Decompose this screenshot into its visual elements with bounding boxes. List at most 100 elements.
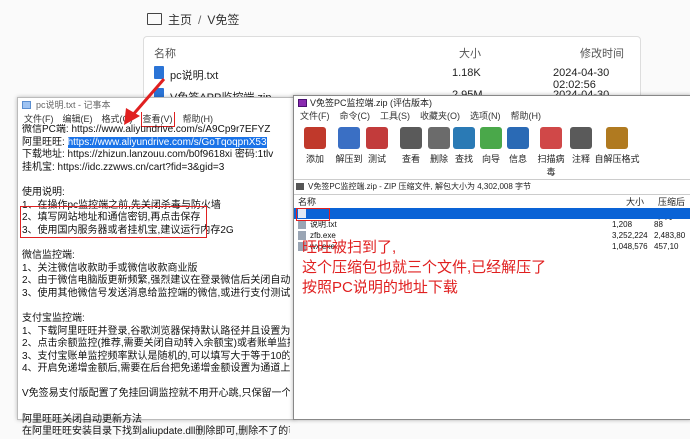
file-name[interactable]: pc说明.txt [170, 67, 218, 83]
toolbar-icon [480, 127, 502, 149]
text-line: 3、使用其他微信号发送消息给监控端的微信,或进行支付测试,如果获取 [22, 288, 290, 301]
text-line: 挂机宝: https://idc.zzwws.cn/cart?fid=3&gid… [22, 162, 290, 175]
toolbar-icon [304, 127, 326, 149]
zip-cell-size: 3,252,224 [612, 231, 648, 240]
text-line-content: 1、下载阿里旺旺并登录,谷歌浏览器保持默认路径并且设置为默认浏览器 [22, 325, 290, 337]
col-modified[interactable]: 修改时间 [580, 45, 624, 61]
toolbar-label: 自解压格式 [594, 154, 640, 164]
file-icon [154, 66, 164, 79]
zip-menu-favorites[interactable]: 收藏夹(O) [420, 110, 460, 123]
text-line-content: 挂机宝: https://idc.zzwws.cn/cart?fid=3&gid… [22, 161, 225, 173]
text-line [22, 174, 290, 187]
zip-file-row[interactable]: 说明.txt 1,208 88 [294, 219, 690, 230]
text-line-content: 3、支付宝账单监控频率默认是随机的,可以填写大于等于10的整数 [22, 350, 290, 362]
col-size[interactable]: 大小 [459, 45, 481, 61]
text-line-content: 2、点击余额监控(推荐,需要关闭自动转入余额宝)或者账单监控 [22, 338, 290, 350]
toolbar-icon [570, 127, 592, 149]
toolbar-icon [366, 127, 388, 149]
usage-highlight-box [20, 206, 207, 238]
toolbar-button[interactable]: 扫描病毒 [534, 127, 568, 178]
zip-cell-packed: 88 [654, 220, 663, 229]
zip-titlebar[interactable]: V免签PC监控端.zip (评估版本) [294, 96, 690, 110]
text-line-content: 在阿里旺旺安装目录下找到aliupdate.dll删除即可,删除不了的可以打开 [22, 426, 290, 438]
toolbar-icon [400, 127, 422, 149]
col-name[interactable]: 名称 [154, 45, 176, 61]
text-line [22, 376, 290, 389]
text-line: 使用说明: [22, 187, 290, 200]
zip-cell-size: 1,208 [612, 220, 633, 229]
text-line-content: 2、由于微信电脑版更新频繁,强烈建议在登录微信后关闭自动升级微信, [22, 275, 290, 287]
zfb-highlight-box [296, 208, 330, 221]
notepad-titlebar[interactable]: pc说明.txt - 记事本 [18, 98, 294, 112]
text-line: 微信监控端: [22, 250, 290, 263]
text-line [22, 300, 290, 313]
text-line-content: 3、使用其他微信号发送消息给监控端的微信,或进行支付测试,如果获取 [22, 287, 290, 299]
zip-cell-packed: 2,483,80 [654, 231, 686, 240]
toolbar-button[interactable]: 信息 [501, 127, 535, 165]
zip-menu-tools[interactable]: 工具(S) [380, 110, 410, 123]
toolbar-button[interactable]: 测试 [360, 127, 394, 165]
text-line [22, 237, 290, 250]
toolbar-icon [453, 127, 475, 149]
text-line [22, 401, 290, 414]
file-icon [298, 220, 306, 229]
zip-archive-window: V免签PC监控端.zip (评估版本) 文件(F) 命令(C) 工具(S) 收藏… [293, 95, 690, 420]
breadcrumb-separator: / [198, 12, 202, 27]
text-line: 2、点击余额监控(推荐,需要关闭自动转入余额宝)或者账单监控 [22, 338, 290, 351]
zip-file-list: 说明.txt 1,208 88 zfb.exe 3,252,224 2,483,80 wx.… [294, 207, 690, 407]
text-line: 1、关注微信收款助手或微信收款商业版 [22, 263, 290, 276]
zip-path-text: V免签PC监控端.zip - ZIP 压缩文件, 解包大小为 4,302,008… [308, 182, 532, 191]
file-size: 1.18K [452, 67, 481, 79]
text-line: 在阿里旺旺安装目录下找到aliupdate.dll删除即可,删除不了的可以打开 [22, 426, 290, 439]
up-folder-icon[interactable] [296, 183, 304, 190]
text-line-content: 4、开启免递增金额后,需要在后台把免递增金额设置为通道上,设置后必须开启 [22, 363, 290, 375]
text-line: 2、由于微信电脑版更新频繁,强烈建议在登录微信后关闭自动升级微信, [22, 275, 290, 288]
text-line: 阿里旺旺: https://www.aliyundrive.com/s/GoTq… [22, 136, 290, 150]
text-line-content: 使用说明: [22, 186, 65, 198]
archive-icon [298, 99, 307, 107]
text-line-content: 下载地址: https://zhizun.lanzouu.com/b0f9618… [22, 149, 274, 161]
text-line-content: 1、关注微信收款助手或微信收款商业版 [22, 262, 198, 274]
notepad-title: pc说明.txt - 记事本 [36, 100, 111, 110]
zip-file-row[interactable] [294, 208, 690, 219]
zip-menu-command[interactable]: 命令(C) [340, 110, 371, 123]
breadcrumb: 主页 / V免签 [147, 11, 239, 28]
text-line: 1、下载阿里旺旺并登录,谷歌浏览器保持默认路径并且设置为默认浏览器 [22, 326, 290, 339]
zip-menu-options[interactable]: 选项(N) [470, 110, 501, 123]
zip-menu-file[interactable]: 文件(F) [300, 110, 330, 123]
zip-toolbar: 添加 解压到 测试 查看 删除 查找 向导 信息 扫描病毒 注释 自解压格式 [294, 123, 690, 180]
toolbar-button[interactable]: 自解压格式 [592, 127, 642, 165]
toolbar-icon [540, 127, 562, 149]
toolbar-label: 信息 [508, 154, 527, 164]
toolbar-label: 添加 [305, 154, 324, 164]
text-line: 微信PC端: https://www.aliyundrive.com/s/A9C… [22, 124, 290, 137]
text-line-content: 阿里旺旺: [22, 136, 68, 148]
folder-icon [147, 12, 162, 25]
breadcrumb-current[interactable]: V免签 [207, 11, 239, 28]
zip-menu-help[interactable]: 帮助(H) [511, 110, 542, 123]
toolbar-icon [606, 127, 628, 149]
text-line-content: V免签易支付版配置了免挂回调监控就不用开心跳,只保留一个心跳即可, [22, 388, 290, 400]
file-explorer: 主页 / V免签 名称 大小 修改时间 pc说明.txt 1.18K 2024-… [0, 0, 690, 113]
zip-cell-size: 1,048,576 [612, 242, 648, 251]
zip-cell-packed: 457,10 [654, 242, 679, 251]
notepad-window: pc说明.txt - 记事本 文件(F) 编辑(E) 格式(O) 查看(V) 帮… [17, 97, 295, 437]
text-line: 3、支付宝账单监控频率默认是随机的,可以填写大于等于10的整数 [22, 351, 290, 364]
file-row[interactable]: pc说明.txt 1.18K 2024-04-30 02:02:56 [154, 65, 630, 91]
notepad-text-area[interactable]: 微信PC端: https://www.aliyundrive.com/s/A9C… [22, 124, 290, 439]
selected-link-text[interactable]: https://www.aliyundrive.com/s/GoTqoqpnX5… [67, 136, 267, 148]
text-line: 阿里旺旺关闭自动更新方法 [22, 414, 290, 427]
text-line: 4、开启免递增金额后,需要在后台把免递增金额设置为通道上,设置后必须开启 [22, 363, 290, 376]
zip-path-bar[interactable]: V免签PC监控端.zip - ZIP 压缩文件, 解包大小为 4,302,008… [294, 180, 690, 195]
text-line-content: 支付宝监控端: [22, 312, 85, 324]
breadcrumb-home[interactable]: 主页 [168, 11, 192, 28]
red-annotation-text: 旺旺被扫到了, 这个压缩包也就三个文件,已经解压了 按照PC说明的地址下载 [302, 239, 547, 296]
zip-title: V免签PC监控端.zip (评估版本) [310, 98, 433, 108]
toolbar-icon [507, 127, 529, 149]
toolbar-button[interactable]: 添加 [298, 127, 332, 165]
text-line-content: 微信PC端: https://www.aliyundrive.com/s/A9C… [22, 124, 271, 135]
zip-menubar: 文件(F) 命令(C) 工具(S) 收藏夹(O) 选项(N) 帮助(H) [294, 110, 690, 123]
toolbar-label: 测试 [367, 154, 386, 164]
toolbar-label: 扫描病毒 [537, 154, 565, 177]
text-line-content: 微信监控端: [22, 249, 75, 261]
